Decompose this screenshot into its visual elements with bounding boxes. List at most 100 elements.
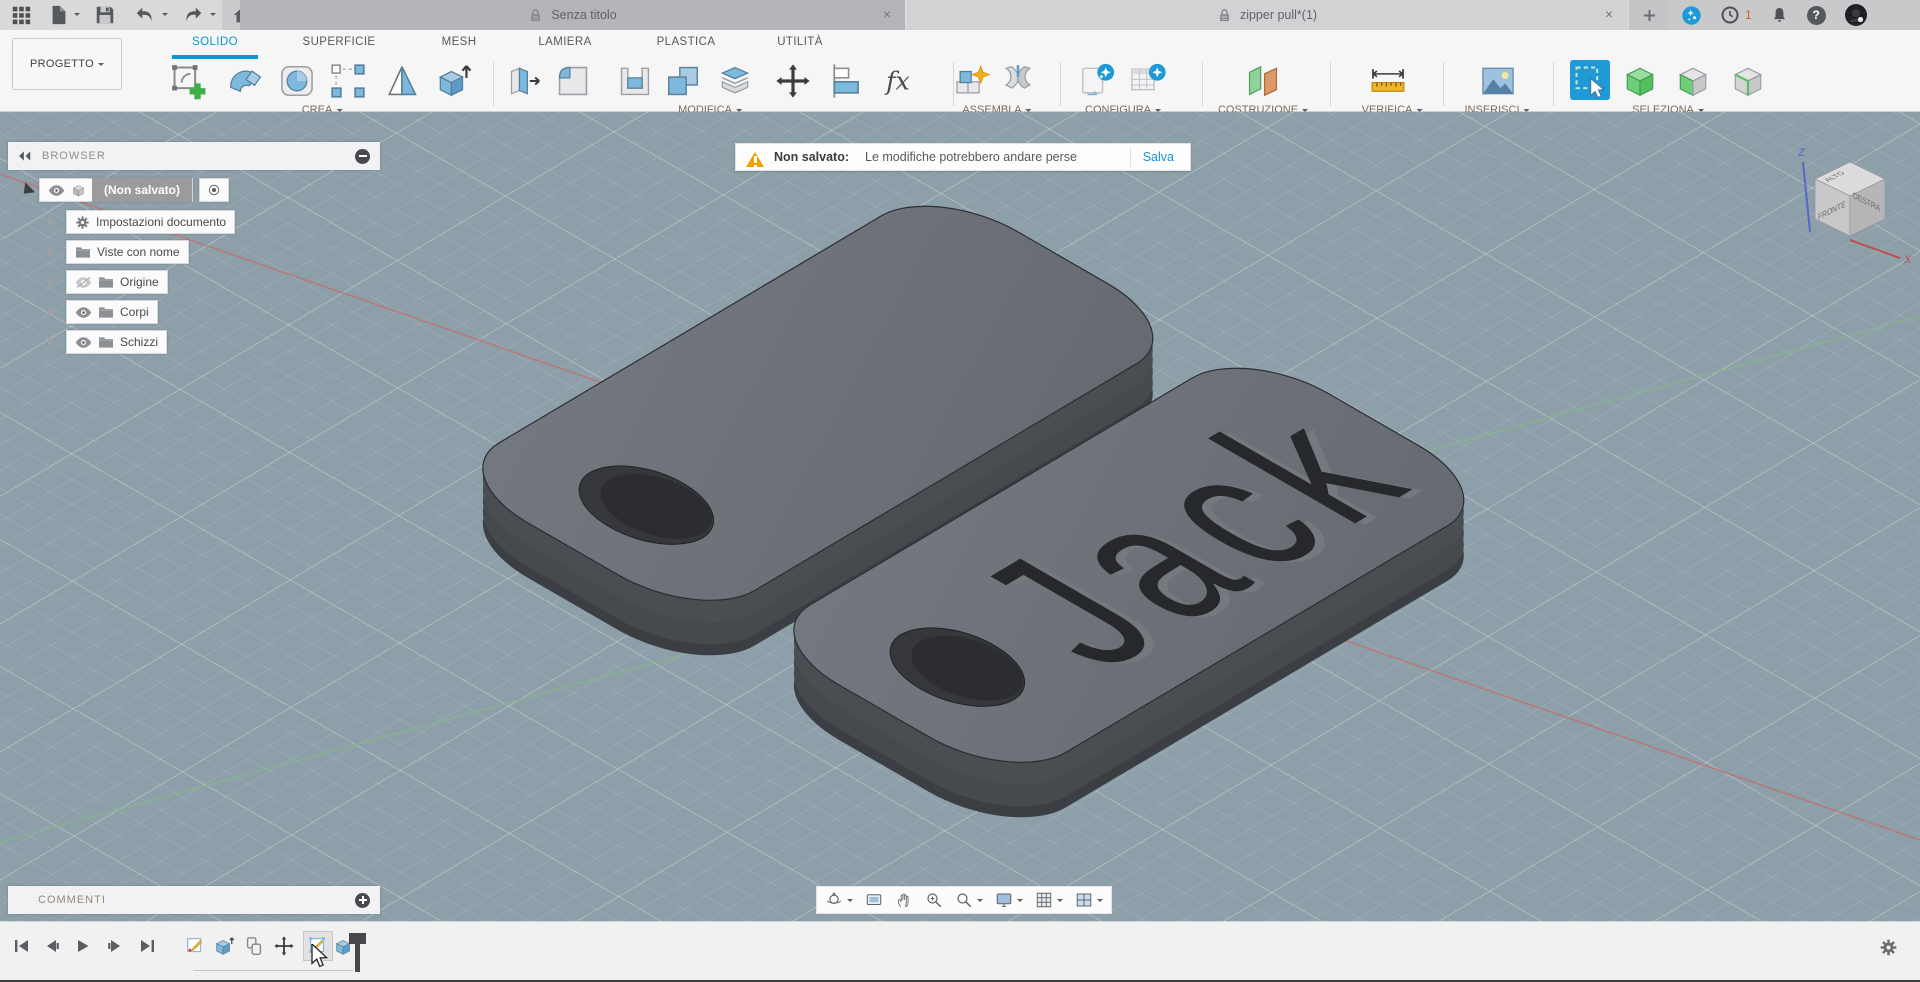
viewports-caret[interactable] — [1097, 899, 1103, 905]
grid-settings-caret[interactable] — [1057, 899, 1063, 905]
visibility-on-icon[interactable] — [75, 306, 92, 319]
redo-icon[interactable] — [182, 4, 204, 26]
display-settings-caret[interactable] — [1017, 899, 1023, 905]
joint-icon[interactable] — [999, 62, 1037, 100]
select-body-icon[interactable] — [1621, 62, 1659, 100]
construction-plane-icon[interactable] — [1244, 62, 1282, 100]
save-link[interactable]: Salva — [1143, 150, 1174, 164]
project-button[interactable]: PROGETTO — [12, 38, 122, 90]
expand-closed-icon[interactable] — [48, 247, 60, 257]
visibility-on-icon[interactable] — [48, 184, 65, 197]
timeline-extrude-feature[interactable] — [213, 935, 235, 957]
timeline-go-to-start-button[interactable] — [14, 938, 30, 954]
user-avatar[interactable] — [1844, 3, 1868, 27]
collapse-tree-button[interactable] — [355, 149, 370, 164]
timeline-step-forward-button[interactable] — [107, 938, 123, 954]
change-parameters-icon[interactable]: fx — [883, 62, 921, 100]
file-menu-caret[interactable] — [74, 13, 80, 19]
expand-closed-icon[interactable] — [48, 337, 60, 347]
rectangular-pattern-icon[interactable] — [329, 62, 367, 100]
tab-lamiera[interactable]: LAMIERA — [538, 36, 591, 48]
undo-icon[interactable] — [134, 4, 156, 26]
close-tab-icon[interactable]: × — [883, 6, 891, 22]
split-body-icon[interactable] — [716, 62, 754, 100]
timeline-step-back-button[interactable] — [44, 938, 60, 954]
expand-closed-icon[interactable] — [48, 217, 60, 227]
combine-icon[interactable] — [664, 62, 702, 100]
hole-icon[interactable] — [278, 62, 316, 100]
tab-solido[interactable]: SOLIDO — [192, 36, 238, 48]
create-sketch-icon[interactable] — [169, 62, 207, 100]
viewports-icon[interactable] — [1075, 891, 1093, 909]
visibility-on-icon[interactable] — [75, 336, 92, 349]
modeling-viewport[interactable]: Jack Jack BROWSER — [0, 112, 1920, 921]
tab-superficie[interactable]: SUPERFICIE — [302, 36, 375, 48]
collapse-panel-icon[interactable] — [18, 150, 32, 162]
browser-root-row[interactable]: (Non salvato) — [20, 178, 229, 202]
visibility-off-icon[interactable] — [75, 276, 92, 289]
notifications-bell-icon[interactable] — [1770, 6, 1789, 25]
draft-icon[interactable] — [383, 62, 421, 100]
align-icon[interactable] — [828, 62, 866, 100]
configuration-table-icon[interactable] — [1128, 62, 1166, 100]
select-face-icon[interactable] — [1674, 62, 1712, 100]
expand-closed-icon[interactable] — [48, 277, 60, 287]
add-comment-button[interactable] — [355, 893, 370, 908]
timeline-copy-feature[interactable] — [243, 935, 265, 957]
tab-mesh[interactable]: MESH — [442, 36, 477, 48]
zoom-window-icon[interactable] — [955, 891, 973, 909]
browser-root-chip[interactable]: (Non salvato) — [39, 178, 193, 202]
settings-gear-icon[interactable] — [1879, 938, 1898, 957]
view-cube[interactable]: Z X ALTO FRONTE DESTRA — [1780, 140, 1920, 265]
grid-settings-icon[interactable] — [1035, 891, 1053, 909]
orbit-caret[interactable] — [847, 899, 853, 905]
display-settings-icon[interactable] — [995, 891, 1013, 909]
expand-closed-icon[interactable] — [48, 307, 60, 317]
shell-icon[interactable] — [616, 62, 654, 100]
select-edge-icon[interactable] — [1729, 62, 1767, 100]
zoom-window-caret[interactable] — [977, 899, 983, 905]
save-icon[interactable] — [94, 4, 116, 26]
insert-canvas-icon[interactable] — [1479, 62, 1517, 100]
pan-icon[interactable] — [895, 891, 913, 909]
expand-open-icon[interactable] — [19, 182, 35, 198]
redo-caret[interactable] — [210, 13, 216, 19]
browser-root-label[interactable]: (Non salvato) — [92, 178, 192, 202]
document-tab-senza-titolo[interactable]: Senza titolo × — [240, 0, 905, 30]
press-pull-icon[interactable] — [506, 62, 544, 100]
close-tab-icon[interactable]: × — [1605, 6, 1613, 22]
file-menu-icon[interactable] — [48, 4, 70, 26]
activate-component-radio[interactable] — [199, 178, 229, 202]
browser-item-impostazioni[interactable]: Impostazioni documento — [48, 210, 235, 234]
timeline-sketch-feature[interactable] — [184, 935, 206, 957]
browser-item-corpi[interactable]: Corpi — [48, 300, 158, 324]
new-document-tab-button[interactable] — [1629, 0, 1669, 30]
orbit-icon[interactable] — [825, 891, 843, 909]
timeline-move-feature[interactable] — [273, 935, 295, 957]
tab-plastica[interactable]: PLASTICA — [657, 36, 716, 48]
extrude-icon[interactable] — [434, 62, 472, 100]
look-at-icon[interactable] — [865, 891, 883, 909]
undo-caret[interactable] — [162, 13, 168, 19]
document-tab-zipper-pull[interactable]: zipper pull*(1) × — [907, 0, 1627, 30]
timeline-playhead-stem[interactable] — [355, 933, 360, 972]
select-window-icon[interactable] — [1571, 62, 1609, 100]
extensions-icon[interactable] — [1681, 5, 1702, 26]
configuration-icon[interactable] — [1078, 62, 1116, 100]
zoom-icon[interactable] — [925, 891, 943, 909]
move-copy-icon[interactable] — [774, 62, 812, 100]
browser-panel-header[interactable]: BROWSER — [8, 142, 380, 170]
fillet-icon[interactable] — [554, 62, 592, 100]
browser-item-viste[interactable]: Viste con nome — [48, 240, 189, 264]
timeline-go-to-end-button[interactable] — [139, 938, 155, 954]
measure-icon[interactable] — [1369, 62, 1407, 100]
new-component-icon[interactable] — [953, 62, 991, 100]
browser-item-origine[interactable]: Origine — [48, 270, 168, 294]
timeline-play-button[interactable] — [75, 938, 91, 954]
browser-item-schizzi[interactable]: Schizzi — [48, 330, 167, 354]
revolve-icon[interactable] — [226, 62, 264, 100]
help-icon[interactable]: ? — [1807, 6, 1826, 25]
app-grid-icon[interactable] — [10, 4, 32, 26]
job-status-clock-icon[interactable] — [1720, 5, 1740, 25]
comments-panel-header[interactable]: COMMENTI — [8, 886, 380, 914]
